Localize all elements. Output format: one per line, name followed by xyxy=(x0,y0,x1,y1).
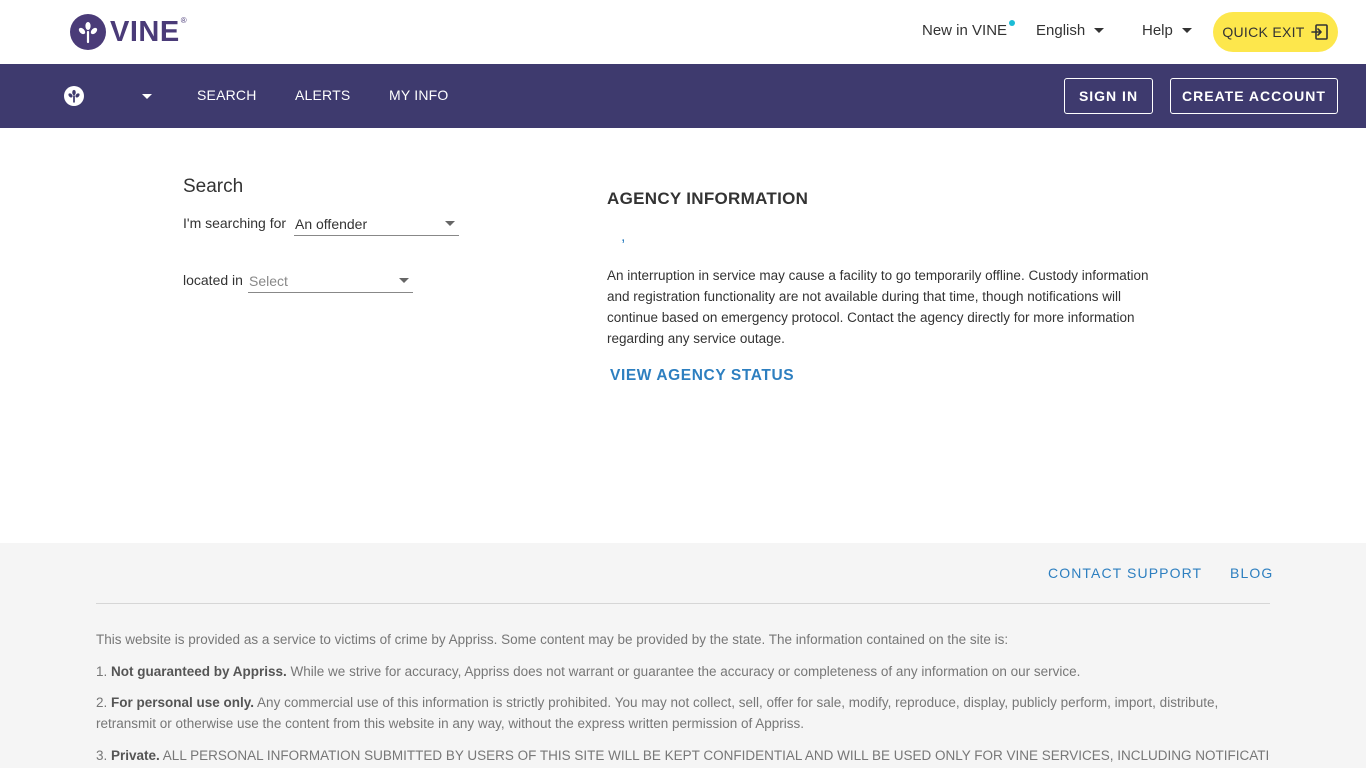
nav-my-info[interactable]: MY INFO xyxy=(389,87,448,103)
disclaimer-item-text: Any commercial use of this information i… xyxy=(96,695,1219,731)
disclaimer-item-text: ALL PERSONAL INFORMATION SUBMITTED BY US… xyxy=(159,748,1270,763)
disclaimer-item-heading: For personal use only. xyxy=(111,695,255,710)
quick-exit-button[interactable]: QUICK EXIT xyxy=(1213,12,1338,52)
agency-location-separator: , xyxy=(621,228,626,245)
chevron-down-icon xyxy=(445,221,455,226)
help-dropdown[interactable]: Help xyxy=(1142,22,1192,39)
main-nav-bar: SEARCH ALERTS MY INFO SIGN IN CREATE ACC… xyxy=(0,64,1366,128)
create-account-button[interactable]: CREATE ACCOUNT xyxy=(1170,78,1338,114)
chevron-down-icon xyxy=(1181,28,1192,33)
view-agency-status-link[interactable]: VIEW AGENCY STATUS xyxy=(610,367,794,385)
quick-exit-label: QUICK EXIT xyxy=(1222,24,1305,40)
disclaimer-item-heading: Not guaranteed by Appriss. xyxy=(111,664,287,679)
footer: CONTACT SUPPORT BLOG This website is pro… xyxy=(0,543,1366,768)
disclaimer-item-2: 2. For personal use only. Any commercial… xyxy=(96,692,1270,734)
sign-in-button[interactable]: SIGN IN xyxy=(1064,78,1153,114)
disclaimer-item-heading: Private. xyxy=(111,748,160,763)
blog-link[interactable]: BLOG xyxy=(1230,565,1273,581)
disclaimer-item-text: While we strive for accuracy, Appriss do… xyxy=(286,664,1081,679)
vine-logo[interactable]: VINE ® xyxy=(70,14,187,50)
disclaimer-item-number: 2. xyxy=(96,695,112,710)
located-in-placeholder: Select xyxy=(249,272,288,289)
help-label: Help xyxy=(1142,22,1173,39)
located-in-label: located in xyxy=(183,272,243,288)
vine-logo-icon xyxy=(70,14,106,50)
state-selector-chevron-icon[interactable] xyxy=(142,94,152,99)
language-dropdown[interactable]: English xyxy=(1036,22,1105,39)
nav-search[interactable]: SEARCH xyxy=(197,87,257,103)
new-in-vine-label: New in VINE xyxy=(922,22,1008,39)
chevron-down-icon xyxy=(399,278,409,283)
searching-for-select[interactable]: An offender xyxy=(294,212,459,236)
logo-text: VINE xyxy=(110,15,180,48)
chevron-down-icon xyxy=(1094,28,1105,33)
top-bar: VINE ® New in VINE English Help QUICK EXI… xyxy=(0,0,1366,64)
new-in-vine-link[interactable]: New in VINE xyxy=(922,19,1016,39)
logo-registered-mark: ® xyxy=(180,15,187,25)
service-interruption-notice: An interruption in service may cause a f… xyxy=(607,268,1149,346)
new-indicator-dot-icon xyxy=(1009,19,1016,26)
search-title: Search xyxy=(183,176,244,197)
exit-door-icon xyxy=(1310,24,1328,40)
disclaimer-intro: This website is provided as a service to… xyxy=(96,632,1009,647)
disclaimer-item-3: 3. Private. ALL PERSONAL INFORMATION SUB… xyxy=(96,745,1270,766)
contact-support-link[interactable]: CONTACT SUPPORT xyxy=(1048,565,1202,581)
nav-alerts[interactable]: ALERTS xyxy=(295,87,350,103)
footer-divider xyxy=(96,603,1270,604)
vine-home-icon[interactable] xyxy=(64,86,84,106)
searching-for-value: An offender xyxy=(295,215,368,232)
agency-title: AGENCY INFORMATION xyxy=(607,189,809,208)
disclaimer-item-number: 1. xyxy=(96,664,112,679)
disclaimer-item-1: 1. Not guaranteed by Appriss. While we s… xyxy=(96,661,1270,682)
language-label: English xyxy=(1036,22,1086,39)
disclaimer-item-number: 3. xyxy=(96,748,112,763)
searching-for-label: I'm searching for xyxy=(183,215,287,231)
located-in-select[interactable]: Select xyxy=(248,269,413,293)
